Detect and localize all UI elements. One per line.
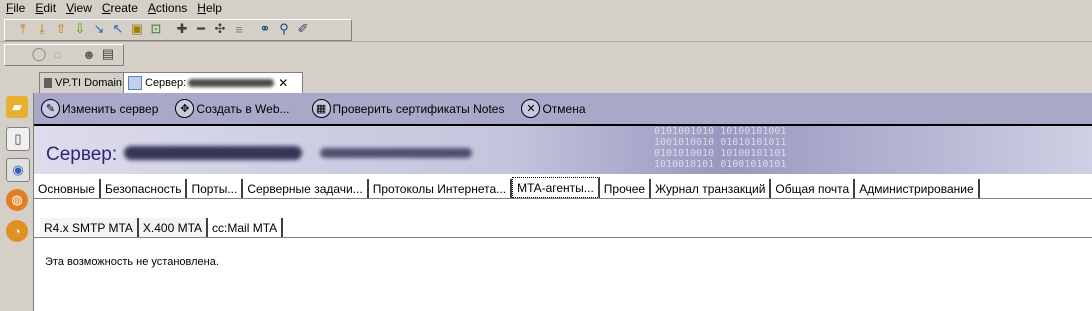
- redacted-server-subtitle: [320, 148, 472, 158]
- folder-icon[interactable]: ▰: [6, 96, 28, 118]
- redacted-server-name: [124, 146, 302, 160]
- tab-ports[interactable]: Порты...: [187, 179, 244, 198]
- tab-ccmail-mta[interactable]: cc:Mail MTA: [208, 218, 284, 237]
- not-installed-message: Эта возможность не установлена.: [45, 256, 219, 268]
- compass-icon: ✥: [175, 99, 195, 118]
- tab-internet-protocols[interactable]: Протоколы Интернета...: [369, 179, 513, 198]
- server-document: ✎ Изменить сервер ✥ Создать в Web... ▦ П…: [33, 93, 1092, 311]
- tab-shared-mail[interactable]: Общая почта: [771, 179, 856, 198]
- collapse-icon[interactable]: ━: [193, 21, 209, 37]
- arrow-up-icon[interactable]: ⇧: [53, 21, 69, 37]
- arrow-down-icon[interactable]: ⇩: [72, 21, 88, 37]
- database-icon[interactable]: ◍: [6, 189, 28, 211]
- discussion-icon[interactable]: ◌: [50, 46, 66, 62]
- collapse-all-icon[interactable]: ≡: [231, 21, 247, 37]
- check-certificates-label: Проверить сертификаты Notes: [332, 101, 505, 116]
- search-icon[interactable]: ⚲: [276, 21, 292, 37]
- create-web-label: Создать в Web...: [196, 101, 290, 116]
- binary-decoration: 0101001010 10100101001 1001010010 010101…: [654, 126, 787, 170]
- tab-server-label: Сервер:: [145, 77, 187, 89]
- main-tabs: Основные Безопасность Порты... Серверные…: [34, 176, 1092, 199]
- toolbar-main: ⤒ ⤓ ⇧ ⇩ ↘ ↖ ▣ ⊡ ✚ ━ ✣ ≡ ⚭ ⚲ ✐: [0, 17, 1092, 42]
- check-certificates-button[interactable]: ▦ Проверить сертификаты Notes: [311, 99, 505, 118]
- toolbar-group-navigation: ⤒ ⤓ ⇧ ⇩ ↘ ↖ ▣ ⊡ ✚ ━ ✣ ≡ ⚭ ⚲ ✐: [4, 19, 352, 41]
- server-banner: 0101001010 10100101001 1001010010 010101…: [34, 126, 1092, 174]
- binoculars-icon[interactable]: ⚭: [257, 21, 273, 37]
- edit-server-button[interactable]: ✎ Изменить сервер: [41, 99, 158, 118]
- pencil-icon: ✎: [41, 99, 60, 118]
- tab-transaction-log[interactable]: Журнал транзакций: [651, 179, 772, 198]
- tab-server-tasks[interactable]: Серверные задачи...: [243, 179, 369, 198]
- domain-tab-icon: [44, 78, 52, 88]
- menu-view[interactable]: View: [66, 1, 92, 15]
- tab-x400-mta[interactable]: X.400 MTA: [138, 218, 209, 237]
- toolbar-group-tools: ◯ ◌ ☻ ▤: [4, 44, 124, 66]
- tab-mta[interactable]: MTA-агенты...: [512, 177, 600, 198]
- expand-all-icon[interactable]: ✣: [212, 21, 228, 37]
- redacted-server-name: [188, 79, 275, 87]
- next-unread-icon[interactable]: ↘: [91, 21, 107, 37]
- create-web-button[interactable]: ✥ Создать в Web...: [175, 99, 290, 118]
- edit-server-label: Изменить сервер: [62, 101, 159, 116]
- menu-help[interactable]: Help: [197, 1, 222, 15]
- tab-smtp-mta[interactable]: R4.x SMTP MTA: [40, 218, 139, 237]
- tab-server[interactable]: Сервер: ✕: [123, 72, 303, 93]
- toolbar-secondary: ◯ ◌ ☻ ▤: [0, 42, 1092, 66]
- prev-unread-icon[interactable]: ↖: [110, 21, 126, 37]
- certificate-icon: ▦: [311, 99, 331, 118]
- clipboard-icon[interactable]: ▯: [6, 127, 30, 151]
- menu-create[interactable]: Create: [102, 1, 138, 15]
- tab-domain[interactable]: VP.TI Domain: [39, 72, 129, 93]
- action-bar: ✎ Изменить сервер ✥ Создать в Web... ▦ П…: [34, 93, 1092, 126]
- people-icon[interactable]: ☻: [81, 46, 97, 62]
- close-tab-icon[interactable]: ✕: [278, 76, 288, 90]
- document-icon[interactable]: ▤: [100, 46, 116, 62]
- tab-security[interactable]: Безопасность: [101, 179, 188, 198]
- menu-file[interactable]: File: [6, 1, 25, 15]
- cancel-button[interactable]: ✕ Отмена: [521, 99, 586, 118]
- close-icon: ✕: [521, 99, 541, 118]
- open-icon[interactable]: ◔: [6, 220, 28, 242]
- tab-domain-label: VP.TI Domain: [55, 77, 123, 89]
- move-to-top-icon[interactable]: ⤒: [15, 21, 31, 37]
- edit-properties-icon[interactable]: ✐: [295, 21, 311, 37]
- menu-bar: File Edit View Create Actions Help: [0, 0, 1092, 16]
- tab-misc[interactable]: Прочее: [600, 179, 652, 198]
- folder-up-icon[interactable]: ▣: [129, 21, 145, 37]
- mta-subtabs: R4.x SMTP MTA X.400 MTA cc:Mail MTA: [34, 215, 1092, 238]
- replicator-icon[interactable]: ◉: [6, 158, 30, 182]
- cancel-label: Отмена: [542, 101, 586, 116]
- tab-administration[interactable]: Администрирование: [855, 179, 980, 198]
- expand-icon[interactable]: ✚: [174, 21, 190, 37]
- move-to-bottom-icon[interactable]: ⤓: [34, 21, 50, 37]
- left-bookmark-rail: ▰ ▯ ◉ ◍ ◔: [0, 90, 33, 311]
- server-title: Сервер:: [46, 144, 118, 165]
- server-tab-icon: [128, 76, 142, 90]
- menu-edit[interactable]: Edit: [35, 1, 56, 15]
- menu-actions[interactable]: Actions: [148, 1, 187, 15]
- tab-basics[interactable]: Основные: [34, 179, 101, 198]
- chat-bubble-icon[interactable]: ◯: [31, 46, 47, 62]
- refresh-view-icon[interactable]: ⊡: [148, 21, 164, 37]
